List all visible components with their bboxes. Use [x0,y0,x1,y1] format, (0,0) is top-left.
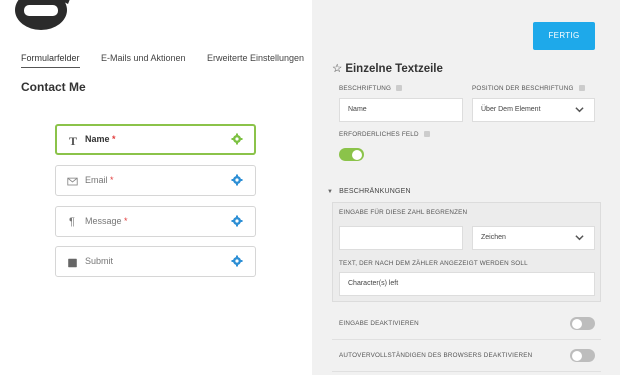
help-icon[interactable] [423,131,430,137]
counter-text-caption: TEXT, DER NACH DEM ZÄHLER ANGEZEIGT WERD… [339,260,528,267]
ninja-logo-icon [15,0,70,30]
disable-autocomplete-caption: AUTOVERVOLLSTÄNDIGEN DES BROWSERS DEAKTI… [339,352,533,359]
gear-icon[interactable] [231,255,243,267]
limit-unit-select[interactable]: Zeichen [472,226,595,250]
help-icon[interactable] [578,85,585,91]
divider [332,339,601,340]
form-field-submit[interactable]: Submit [55,246,256,277]
toggle-knob [352,149,362,160]
field-settings-drawer: FERTIG ☆ Einzelne Textzeile BESCHRIFTUNG … [312,0,620,375]
label-position-select[interactable]: Über Dem Element [472,98,595,122]
label-position-caption: POSITION DER BESCHRIFTUNG [472,85,585,92]
toggle-knob [572,350,582,361]
drawer-title: ☆ Einzelne Textzeile [332,63,443,75]
required-caption: ERFORDERLICHES FELD [339,131,430,138]
counter-text-input[interactable]: Character(s) left [339,272,595,296]
envelope-icon [67,177,78,186]
label-position-value: Über Dem Element [481,106,541,113]
done-button[interactable]: FERTIG [533,22,595,50]
field-label: Message * [85,216,128,226]
form-field-email[interactable]: Email * [55,165,256,196]
label-input[interactable]: Name [339,98,463,122]
form-field-name[interactable]: T Name * [55,124,256,155]
divider [332,371,601,372]
limit-caption: EINGABE FÜR DIESE ZAHL BEGRENZEN [339,209,468,216]
tab-form-fields[interactable]: Formularfelder [21,53,80,68]
tab-emails-actions[interactable]: E-Mails und Aktionen [101,53,186,63]
label-caption: BESCHRIFTUNG [339,85,403,92]
help-icon[interactable] [396,85,403,91]
chevron-down-icon [575,107,584,113]
gear-icon[interactable] [231,174,243,186]
chevron-down-icon [575,235,584,241]
form-title: Contact Me [21,80,86,94]
field-label: Name * [85,134,116,144]
required-toggle[interactable] [339,148,364,161]
text-cursor-icon: T [68,134,77,148]
field-label: Submit [85,256,114,266]
paragraph-icon: ¶ [69,216,75,228]
restrictions-section-header[interactable]: ▼ BESCHRÄNKUNGEN [327,188,411,195]
toggle-knob [572,318,582,329]
gear-icon[interactable] [231,215,243,227]
caret-down-icon: ▼ [327,189,334,195]
disable-input-toggle[interactable] [570,317,595,330]
form-field-message[interactable]: ¶ Message * [55,206,256,237]
disable-autocomplete-toggle[interactable] [570,349,595,362]
field-label: Email * [85,175,114,185]
disable-input-caption: EINGABE DEAKTIVIEREN [339,320,419,327]
form-builder-panel: Formularfelder E-Mails und Aktionen Erwe… [0,0,312,375]
tab-advanced-settings[interactable]: Erweiterte Einstellungen [207,53,304,63]
star-icon[interactable]: ☆ [332,63,342,75]
builder-tabs: Formularfelder E-Mails und Aktionen Erwe… [21,53,312,73]
square-icon [68,258,77,268]
gear-icon[interactable] [231,133,243,145]
ninja-forms-editor: Formularfelder E-Mails und Aktionen Erwe… [0,0,620,375]
limit-number-input[interactable] [339,226,463,250]
limit-unit-value: Zeichen [481,234,506,241]
